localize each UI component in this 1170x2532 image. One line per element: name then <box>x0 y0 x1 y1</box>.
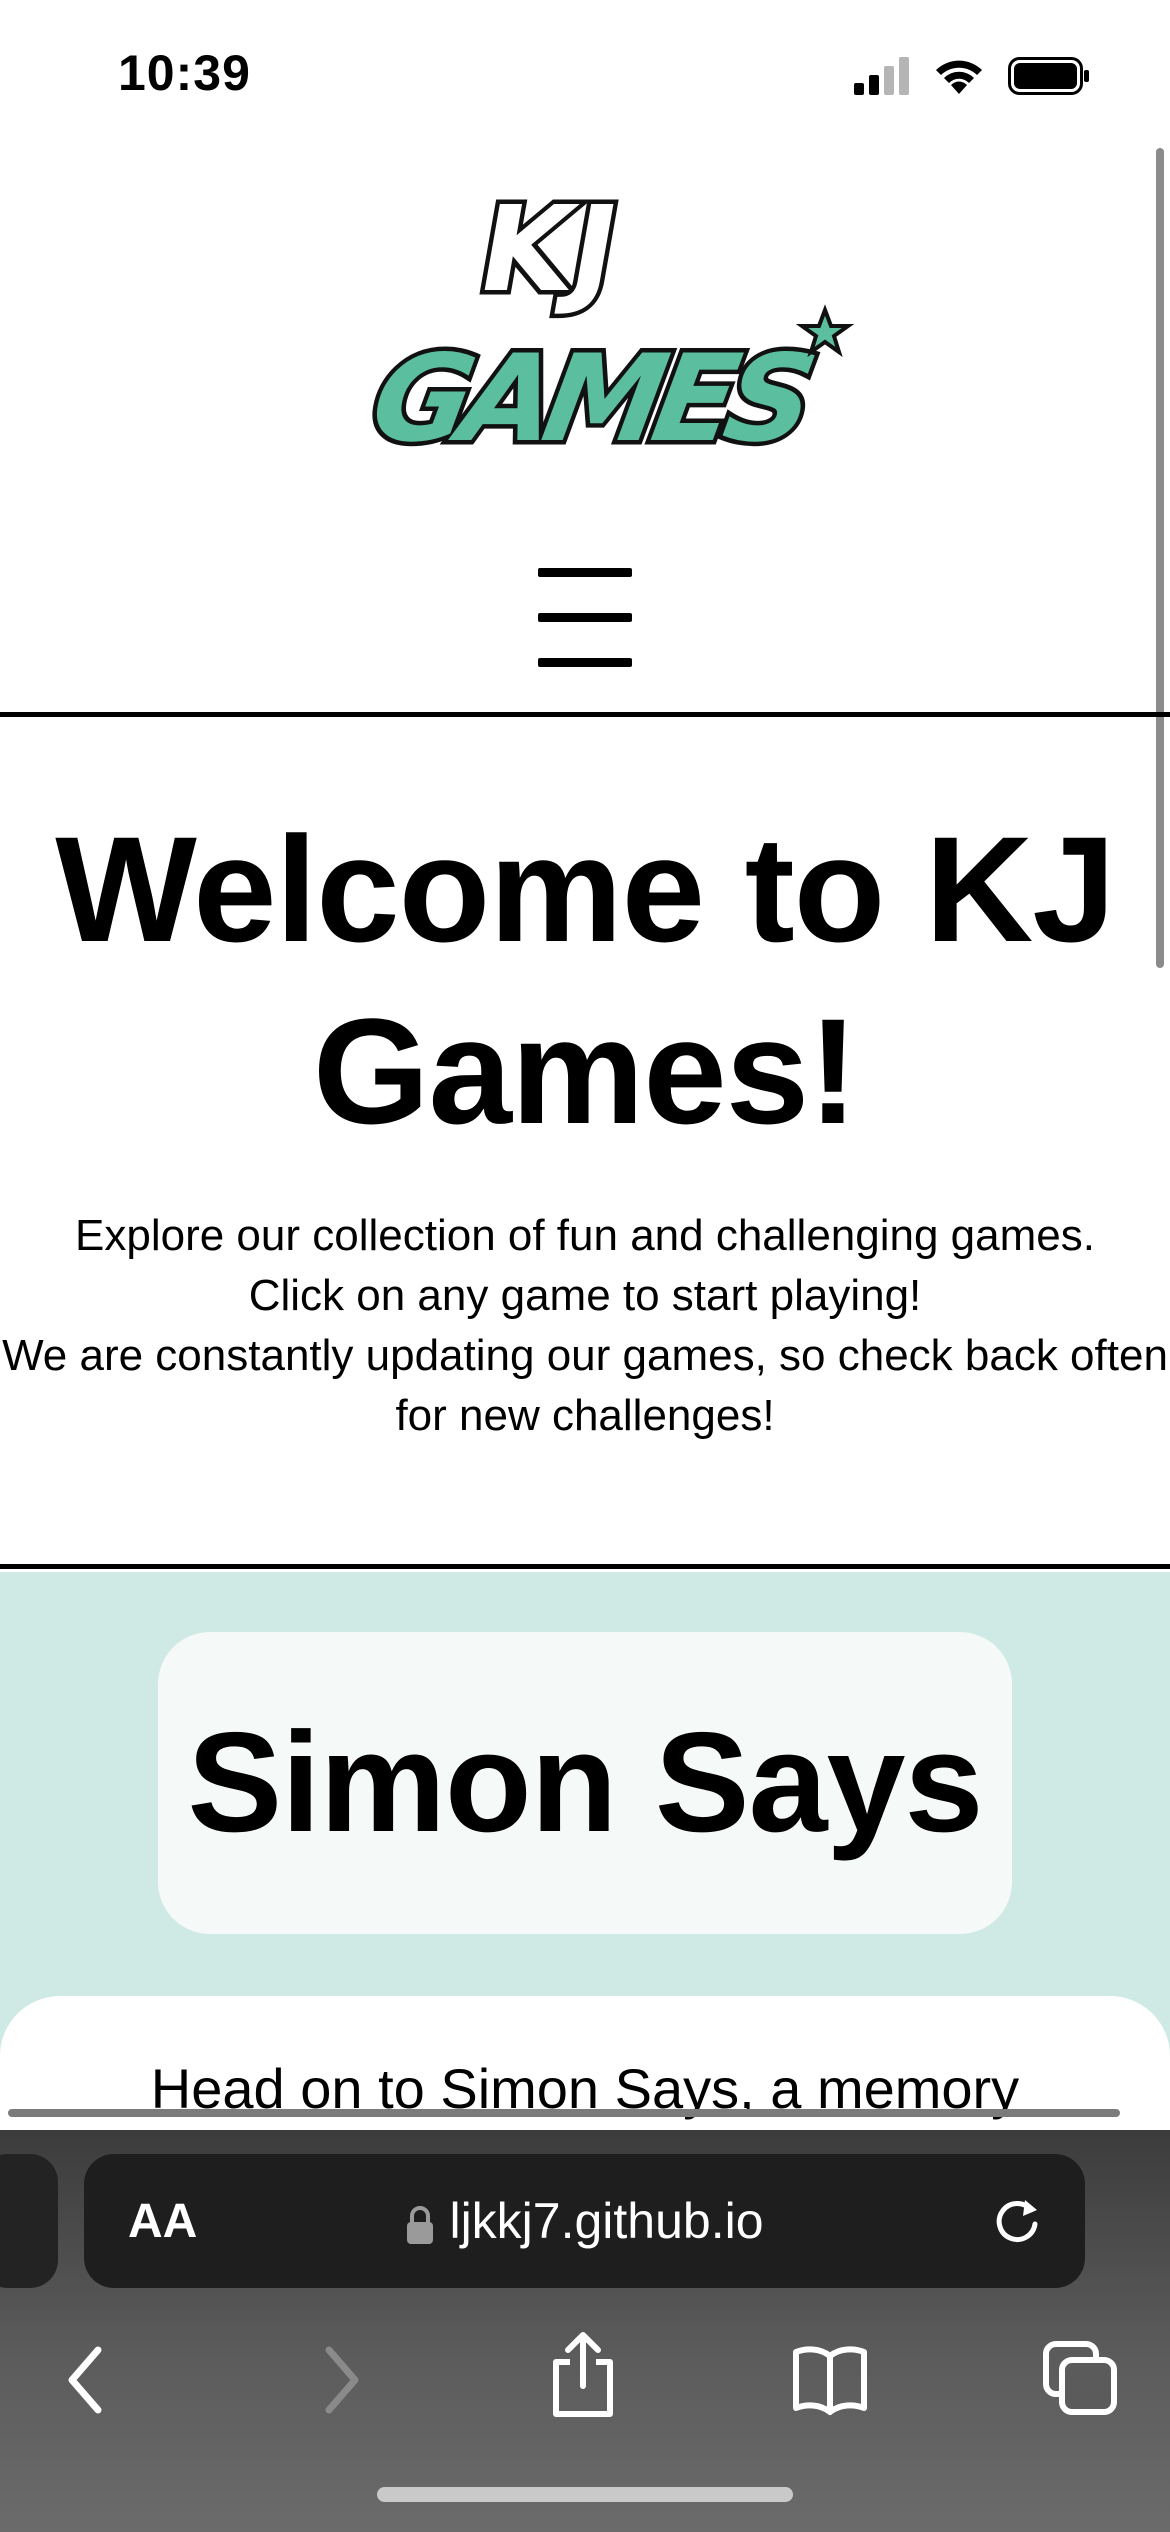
status-icons <box>852 56 1090 96</box>
welcome-title: Welcome to KJ Games! <box>55 805 1116 1155</box>
welcome-line-3: We are constantly updating our games, so… <box>2 1331 1168 1440</box>
welcome-line-2: Click on any game to start playing! <box>248 1271 922 1320</box>
status-bar: 10:39 <box>0 0 1170 150</box>
header-divider <box>0 712 1170 717</box>
welcome-line-1: Explore our collection of fun and challe… <box>75 1211 1095 1260</box>
welcome-paragraph: Explore our collection of fun and challe… <box>0 1206 1170 1446</box>
tabs-icon[interactable] <box>1042 2340 1118 2416</box>
url-text: ljkkj7.github.io <box>449 2193 764 2249</box>
reload-icon[interactable] <box>987 2190 1047 2250</box>
address-bar[interactable]: AA ljkkj7.github.io <box>84 2154 1085 2288</box>
welcome-divider <box>0 1564 1170 1569</box>
bookmarks-icon[interactable] <box>792 2340 868 2416</box>
browser-nav-row <box>0 2320 1170 2450</box>
back-chevron-icon[interactable] <box>62 2340 112 2420</box>
previous-tab-pill[interactable] <box>0 2154 58 2288</box>
kj-games-logo[interactable]: KJ GAMES <box>355 170 865 490</box>
battery-icon <box>1008 57 1089 95</box>
home-indicator[interactable] <box>377 2487 793 2502</box>
wifi-icon <box>936 60 982 94</box>
url-display[interactable]: ljkkj7.github.io <box>84 2192 1085 2250</box>
lock-icon <box>407 2205 434 2244</box>
welcome-section: Welcome to KJ Games! Explore our collect… <box>0 720 1170 1566</box>
hamburger-menu-icon[interactable] <box>538 568 632 672</box>
browser-toolbar: AA ljkkj7.github.io <box>0 2130 1170 2532</box>
game-section-simon-says: Simon Says Head on to Simon Says, a memo… <box>0 1572 1170 2132</box>
logo-games-text: GAMES <box>362 329 820 469</box>
status-time: 10:39 <box>118 45 251 101</box>
page-load-progress-bar <box>8 2109 1120 2117</box>
simon-says-title-card[interactable]: Simon Says <box>158 1632 1012 1934</box>
cellular-signal-icon <box>854 57 909 95</box>
simon-says-title: Simon Says <box>187 1703 984 1862</box>
logo-kj-text: KJ <box>469 182 628 319</box>
forward-chevron-icon[interactable] <box>315 2340 365 2420</box>
share-icon[interactable] <box>548 2330 618 2420</box>
